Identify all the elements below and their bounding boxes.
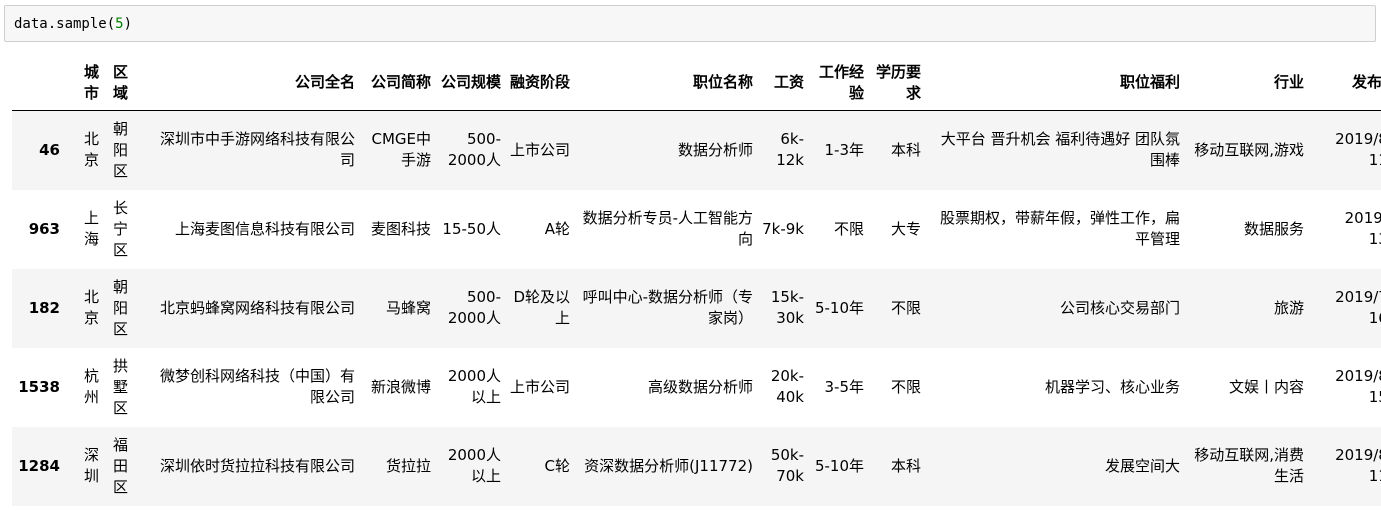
cell-industry: 移动互联网,消费生活 xyxy=(1194,446,1304,485)
cell-experience: 3-5年 xyxy=(824,377,865,396)
row-index: 1284 xyxy=(18,456,60,475)
code-line[interactable]: data.sample(5) xyxy=(14,16,132,33)
cell-company-short-name: 货拉拉 xyxy=(385,456,431,475)
cell-company-full-name: 深圳依时货拉拉科技有限公司 xyxy=(159,456,355,475)
cell-company-full-name: 深圳市中手游网络科技有限公司 xyxy=(159,130,355,170)
cell-company-full-name: 微梦创科网络科技（中国）有限公司 xyxy=(159,367,355,406)
cell-company-size: 15-50人 xyxy=(442,219,501,238)
cell-benefits: 大平台 晋升机会 福利待遇好 团队氛围棒 xyxy=(940,130,1180,170)
cell-salary: 6k-12k xyxy=(776,130,804,170)
row-index: 46 xyxy=(39,140,60,159)
column-header-industry: 行业 xyxy=(1184,56,1308,111)
column-header-district: 区域 xyxy=(109,56,142,111)
column-header-company-full-name: 公司全名 xyxy=(142,56,359,111)
column-header-education: 学历要求 xyxy=(868,56,925,111)
cell-experience: 1-3年 xyxy=(824,140,865,159)
row-index: 963 xyxy=(28,219,60,238)
cell-company-short-name: CMGE中手游 xyxy=(371,130,431,170)
cell-district: 朝阳区 xyxy=(113,277,129,338)
cell-benefits: 机器学习、核心业务 xyxy=(1044,377,1180,396)
cell-position-name: 呼叫中心-数据分析师（专家岗） xyxy=(582,288,753,327)
cell-district: 长宁区 xyxy=(113,198,129,259)
cell-position-name: 数据分析专员-人工智能方向 xyxy=(582,209,753,248)
code-input-cell[interactable]: data.sample(5) xyxy=(4,5,1376,42)
cell-company-size: 500-2000人 xyxy=(447,130,501,170)
cell-district: 拱墅区 xyxy=(113,356,129,417)
cell-education: 不限 xyxy=(890,377,921,396)
code-close-paren: ) xyxy=(123,16,133,32)
table-row: 182 北京 朝阳区 北京蚂蜂窝网络科技有限公司 马蜂窝 500-2000人 D… xyxy=(12,268,1381,348)
cell-company-full-name: 北京蚂蜂窝网络科技有限公司 xyxy=(159,298,355,317)
cell-salary: 50k-70k xyxy=(770,446,804,485)
header-row: 城市 区域 公司全名 公司简称 公司规模 融资阶段 职位名称 工资 工作经验 学… xyxy=(12,56,1381,111)
cell-publish-time: 2019/8/14 11:12 xyxy=(1335,130,1381,170)
cell-company-short-name: 马蜂窝 xyxy=(385,298,431,317)
cell-company-short-name: 新浪微博 xyxy=(370,377,431,396)
cell-district: 朝阳区 xyxy=(113,119,129,180)
cell-salary: 20k-40k xyxy=(770,367,804,406)
cell-industry: 数据服务 xyxy=(1243,219,1304,238)
output-area: 城市 区域 公司全名 公司简称 公司规模 融资阶段 职位名称 工资 工作经验 学… xyxy=(12,56,1381,506)
column-header-company-short-name: 公司简称 xyxy=(359,56,435,111)
cell-company-size: 2000人以上 xyxy=(447,367,501,406)
cell-district: 福田区 xyxy=(113,435,129,496)
cell-salary: 15k-30k xyxy=(770,288,804,327)
table-row: 1284 深圳 福田区 深圳依时货拉拉科技有限公司 货拉拉 2000人以上 C轮… xyxy=(12,426,1381,506)
cell-publish-time: 2019/8/14 15:08 xyxy=(1335,367,1381,406)
table-row: 46 北京 朝阳区 深圳市中手游网络科技有限公司 CMGE中手游 500-200… xyxy=(12,110,1381,190)
code-open-paren: ( xyxy=(106,16,116,32)
cell-salary: 7k-9k xyxy=(762,219,804,238)
cell-industry: 旅游 xyxy=(1273,298,1304,317)
cell-benefits: 股票期权，带薪年假，弹性工作，扁平管理 xyxy=(939,209,1180,248)
cell-city: 北京 xyxy=(84,288,100,327)
cell-company-size: 2000人以上 xyxy=(447,446,501,485)
cell-education: 不限 xyxy=(890,298,921,317)
cell-education: 本科 xyxy=(890,456,921,475)
cell-city: 杭州 xyxy=(84,367,100,406)
cell-publish-time: 2019/8/13 11:21 xyxy=(1335,446,1381,485)
cell-education: 大专 xyxy=(890,219,921,238)
index-header xyxy=(12,56,64,111)
cell-experience: 5-10年 xyxy=(814,456,864,475)
cell-financing-stage: 上市公司 xyxy=(509,140,570,159)
column-header-experience: 工作经验 xyxy=(808,56,868,111)
cell-financing-stage: 上市公司 xyxy=(509,377,570,396)
cell-financing-stage: A轮 xyxy=(544,219,570,238)
column-header-company-size: 公司规模 xyxy=(435,56,505,111)
cell-city: 上海 xyxy=(84,209,100,248)
column-header-publish-time: 发布时间 xyxy=(1308,56,1381,111)
row-index: 182 xyxy=(28,298,60,317)
column-header-position-name: 职位名称 xyxy=(574,56,757,111)
cell-city: 深圳 xyxy=(84,446,100,485)
cell-benefits: 公司核心交易部门 xyxy=(1059,298,1180,317)
column-header-benefits: 职位福利 xyxy=(925,56,1184,111)
cell-publish-time: 2019/7/16 16:24 xyxy=(1335,288,1381,327)
cell-company-full-name: 上海麦图信息科技有限公司 xyxy=(174,219,355,238)
cell-company-size: 500-2000人 xyxy=(447,288,501,327)
column-header-salary: 工资 xyxy=(757,56,808,111)
cell-company-short-name: 麦图科技 xyxy=(370,219,431,238)
cell-position-name: 数据分析师 xyxy=(677,140,753,159)
column-header-financing-stage: 融资阶段 xyxy=(505,56,574,111)
cell-education: 本科 xyxy=(890,140,921,159)
cell-publish-time: 2019/8/7 13:50 xyxy=(1344,209,1381,248)
code-function: data.sample xyxy=(14,16,107,32)
cell-industry: 移动互联网,游戏 xyxy=(1194,140,1304,159)
code-argument: 5 xyxy=(115,16,124,32)
table-row: 963 上海 长宁区 上海麦图信息科技有限公司 麦图科技 15-50人 A轮 数… xyxy=(12,190,1381,269)
cell-experience: 5-10年 xyxy=(814,298,864,317)
cell-financing-stage: D轮及以上 xyxy=(513,288,570,327)
row-index: 1538 xyxy=(18,377,60,396)
cell-position-name: 资深数据分析师(J11772) xyxy=(584,456,753,475)
column-header-city: 城市 xyxy=(64,56,109,111)
cell-city: 北京 xyxy=(84,130,100,170)
cell-financing-stage: C轮 xyxy=(544,456,570,475)
cell-experience: 不限 xyxy=(833,219,864,238)
cell-benefits: 发展空间大 xyxy=(1104,456,1180,475)
table-row: 1538 杭州 拱墅区 微梦创科网络科技（中国）有限公司 新浪微博 2000人以… xyxy=(12,348,1381,427)
cell-position-name: 高级数据分析师 xyxy=(647,377,753,396)
dataframe-table: 城市 区域 公司全名 公司简称 公司规模 融资阶段 职位名称 工资 工作经验 学… xyxy=(12,56,1381,506)
cell-industry: 文娱丨内容 xyxy=(1228,377,1304,396)
